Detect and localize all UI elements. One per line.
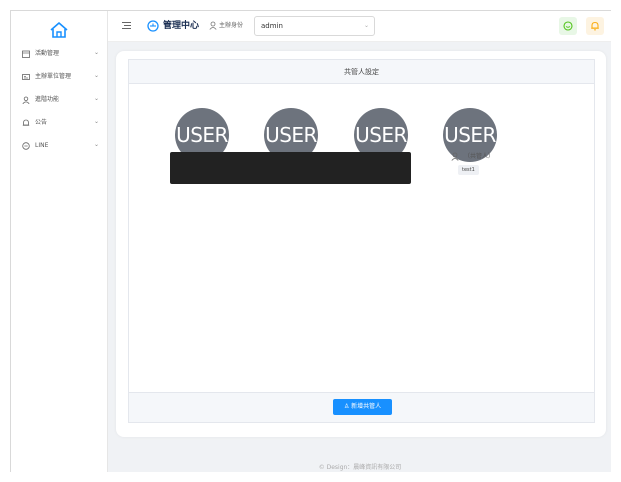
top-header: 管理中心 主辦身份 admin ⌄ bbox=[108, 11, 611, 42]
page-footer: © Design：晨峰資訊有限公司 bbox=[318, 464, 402, 471]
sidebar: 活動管理 ⌄ 主辦單位管理 ⌄ 進階功能 ⌄ 公告 ⌄ LINE ⌄ bbox=[11, 11, 108, 472]
role-label: 主辦身份 bbox=[219, 22, 244, 29]
notification-button[interactable] bbox=[586, 17, 604, 35]
bell-icon bbox=[22, 119, 30, 126]
avatar-text: USER bbox=[444, 123, 496, 147]
menu-toggle-icon[interactable] bbox=[121, 20, 132, 31]
sidebar-item-label: LINE bbox=[35, 142, 49, 149]
co-manager-role-tag: （共管人） bbox=[464, 153, 495, 160]
sidebar-item-advanced[interactable]: 進階功能 ⌄ bbox=[11, 91, 108, 109]
chevron-down-icon: ⌄ bbox=[363, 22, 369, 29]
role-select-value: admin bbox=[261, 22, 283, 30]
sidebar-item-label: 進階功能 bbox=[35, 96, 60, 103]
chevron-down-icon: ⌄ bbox=[94, 72, 100, 79]
user-role-icon bbox=[209, 21, 217, 30]
sidebar-item-label: 主辦單位管理 bbox=[35, 73, 72, 80]
redacted-block bbox=[170, 152, 411, 184]
content-card: 共管人設定 USER USER USER USER （共管人） test1 ♙ … bbox=[116, 51, 606, 437]
status-icon bbox=[563, 21, 573, 31]
sidebar-item-line[interactable]: LINE ⌄ bbox=[11, 137, 108, 155]
brand-icon bbox=[147, 20, 159, 32]
id-card-icon bbox=[22, 74, 30, 80]
add-co-manager-button[interactable]: ♙ 新增共管人 bbox=[333, 399, 392, 415]
add-co-manager-label: 新增共管人 bbox=[351, 403, 382, 410]
co-manager-panel: 共管人設定 USER USER USER USER （共管人） test1 ♙ … bbox=[128, 59, 595, 423]
status-button[interactable] bbox=[559, 17, 577, 35]
avatar-text: USER bbox=[265, 123, 317, 147]
sidebar-item-announcement[interactable]: 公告 ⌄ bbox=[11, 114, 108, 132]
chevron-down-icon: ⌄ bbox=[94, 49, 100, 56]
app-window: 活動管理 ⌄ 主辦單位管理 ⌄ 進階功能 ⌄ 公告 ⌄ LINE ⌄ 管理中心 … bbox=[10, 10, 611, 472]
user-icon bbox=[451, 152, 459, 161]
sidebar-item-label: 活動管理 bbox=[35, 50, 60, 57]
calendar-icon bbox=[22, 50, 30, 58]
sidebar-item-organizer[interactable]: 主辦單位管理 ⌄ bbox=[11, 68, 108, 86]
avatar-text: USER bbox=[355, 123, 407, 147]
chat-icon bbox=[22, 142, 30, 150]
panel-header: 共管人設定 bbox=[129, 60, 594, 84]
user-name-tag: test1 bbox=[458, 165, 479, 175]
home-icon[interactable] bbox=[49, 21, 69, 39]
user-icon bbox=[22, 96, 30, 104]
main-content: 共管人設定 USER USER USER USER （共管人） test1 ♙ … bbox=[108, 42, 611, 472]
chevron-down-icon: ⌄ bbox=[94, 95, 100, 102]
chevron-down-icon: ⌄ bbox=[94, 118, 100, 125]
role-select[interactable]: admin ⌄ bbox=[254, 16, 375, 36]
brand-title: 管理中心 bbox=[163, 21, 200, 31]
chevron-down-icon: ⌄ bbox=[94, 141, 100, 148]
sidebar-item-label: 公告 bbox=[35, 119, 48, 126]
panel-title: 共管人設定 bbox=[344, 68, 379, 76]
add-user-icon: ♙ bbox=[343, 403, 350, 410]
sidebar-item-activity[interactable]: 活動管理 ⌄ bbox=[11, 45, 108, 63]
panel-footer: ♙ 新增共管人 bbox=[129, 392, 594, 422]
bell-icon bbox=[591, 21, 599, 31]
avatar-text: USER bbox=[176, 123, 228, 147]
